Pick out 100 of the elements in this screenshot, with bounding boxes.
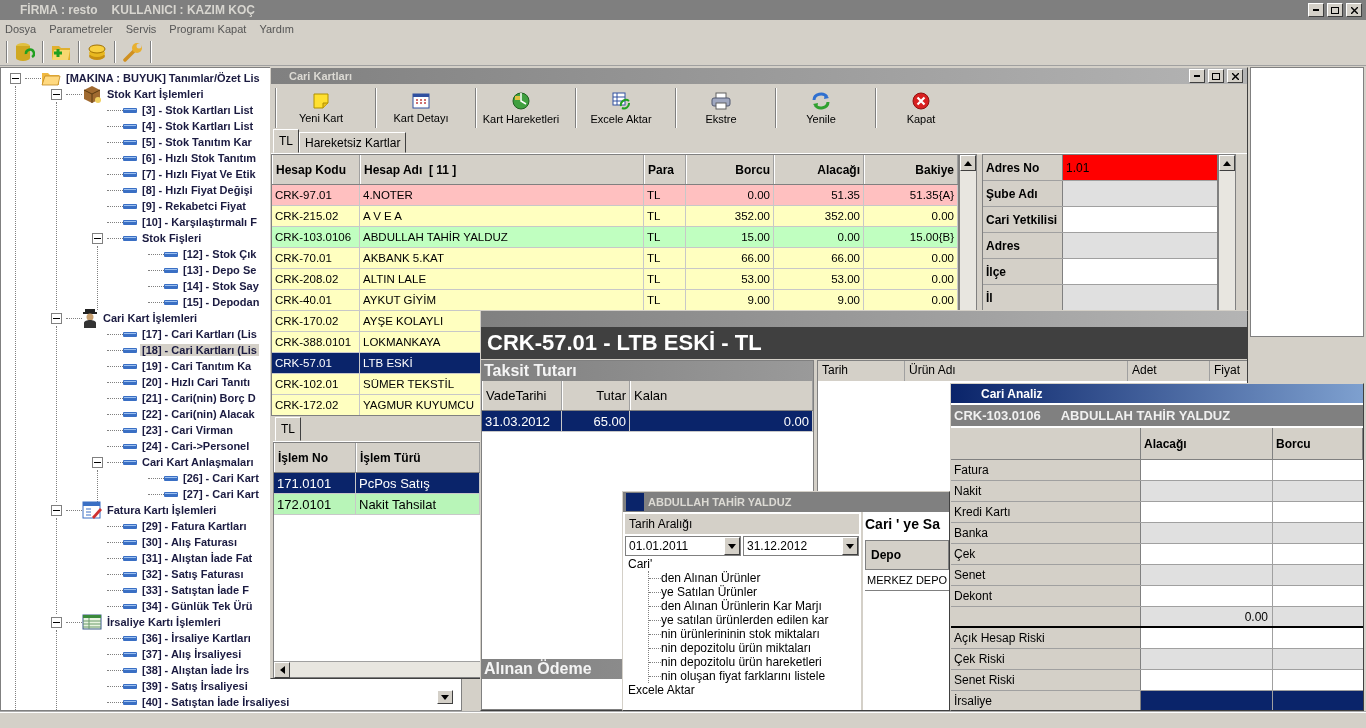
date-field[interactable]: 31.12.2012	[743, 536, 859, 556]
tree-item[interactable]: [20] - Hızlı Cari Tanıtı	[140, 376, 252, 388]
tab[interactable]: TL	[275, 417, 301, 441]
tree-item[interactable]: İrsaliye Kartı İşlemleri	[105, 616, 223, 628]
column-header[interactable]: Depo	[865, 540, 949, 570]
menu-item[interactable]: Servis	[125, 23, 157, 35]
maximize-button[interactable]	[1327, 3, 1343, 17]
table-row[interactable]: CRK-215.02 A V E A TL 352.00 352.00 0.00	[272, 206, 958, 227]
tree-item[interactable]: [21] - Cari(nin) Borç D	[140, 392, 258, 404]
tree-item[interactable]: [31] - Alıştan İade Fat	[140, 552, 255, 564]
tree-item[interactable]: den Alınan Ürünlerin Kar Marjı	[661, 599, 822, 613]
field-value[interactable]	[1063, 285, 1217, 310]
table-row[interactable]: CRK-97.01 4.NOTER TL 0.00 51.35 51.35{A}	[272, 185, 958, 206]
tree-item[interactable]: [7] - Hızlı Fiyat Ve Etik	[140, 168, 258, 180]
scrollbar[interactable]	[274, 661, 480, 677]
tree-item[interactable]: Stok Kart İşlemleri	[105, 88, 206, 100]
tree-item[interactable]: Fatura Kartı İşlemleri	[105, 504, 219, 516]
tree-item[interactable]: [3] - Stok Kartları List	[140, 104, 256, 116]
table-row[interactable]: CRK-208.02 ALTIN LALE TL 53.00 53.00 0.00	[272, 269, 958, 290]
column-header[interactable]: Alacağı	[1141, 428, 1273, 459]
scroll-up-button[interactable]	[960, 155, 976, 171]
close-button[interactable]	[1227, 69, 1243, 83]
column-header[interactable]: Fiyat	[1210, 361, 1247, 381]
column-header[interactable]: Kalan	[630, 381, 813, 410]
column-header[interactable]: Ürün Adı	[905, 361, 1128, 381]
column-header[interactable]: Adet	[1128, 361, 1210, 381]
tree-item[interactable]: nin ürünlerininin stok miktaları	[661, 627, 820, 641]
tree-item[interactable]: [37] - Alış İrsaliyesi	[140, 648, 244, 660]
tree-item[interactable]: [24] - Cari->Personel	[140, 440, 252, 452]
expand-toggle[interactable]	[91, 456, 103, 468]
scroll-left-button[interactable]	[274, 662, 290, 678]
expand-toggle[interactable]	[50, 312, 62, 324]
expand-toggle[interactable]	[50, 504, 62, 516]
minimize-button[interactable]	[1308, 3, 1324, 17]
toolbar-button[interactable]: Excele Aktar	[575, 88, 666, 128]
table-row[interactable]: CRK-103.0106 ABDULLAH TAHİR YALDUZ TL 15.00 0.00 15.00{B}	[272, 227, 958, 248]
tree-item[interactable]: [23] - Cari Virman	[140, 424, 235, 436]
column-header[interactable]: VadeTarihi	[482, 381, 562, 410]
table-row[interactable]: 31.03.2012 65.00 0.00	[482, 411, 813, 432]
tree-item[interactable]: [10] - Karşılaştırmalı F	[140, 216, 259, 228]
tree-item[interactable]: [22] - Cari(nin) Alacak	[140, 408, 257, 420]
table-row[interactable]: 172.0101 Nakit Tahsilat	[274, 494, 480, 515]
column-header[interactable]: Borcu	[1273, 428, 1363, 459]
menu-item[interactable]: Dosya	[5, 23, 37, 35]
tree-item[interactable]: Cari Kart İşlemleri	[101, 312, 200, 324]
toolbar-button[interactable]: Kart Hareketleri	[475, 88, 566, 128]
field-value[interactable]	[1063, 233, 1217, 258]
menu-item[interactable]: Parametreler	[49, 23, 113, 35]
tree-item[interactable]: [29] - Fatura Kartları	[140, 520, 249, 532]
column-header[interactable]: Hesap Adı [ 11 ]	[360, 155, 644, 184]
column-header[interactable]: Hesap Kodu	[272, 155, 360, 184]
tree-item[interactable]: [32] - Satış Faturası	[140, 568, 246, 580]
menu-item[interactable]: Yardım	[259, 23, 294, 35]
tree-item[interactable]: Cari'	[628, 557, 653, 571]
column-header[interactable]: Borcu	[686, 155, 774, 184]
tree-item[interactable]: den Alınan Ürünler	[661, 571, 761, 585]
tree-item[interactable]: nin depozitolu ürün miktaları	[661, 641, 812, 655]
tab[interactable]: Hareketsiz Kartlar	[299, 132, 407, 153]
menu-item[interactable]: Programı Kapat	[169, 23, 247, 35]
tree-item[interactable]: [40] - Satıştan İade İrsaliyesi	[140, 696, 292, 708]
tree-item[interactable]: [33] - Satıştan İade F	[140, 584, 251, 596]
tree-item[interactable]: [38] - Alıştan İade İrs	[140, 664, 252, 676]
column-header[interactable]: Tarih	[818, 361, 905, 381]
table-row[interactable]: 171.0101 PcPos Satış	[274, 473, 480, 494]
tab[interactable]: TL	[273, 129, 299, 153]
expand-toggle[interactable]	[50, 88, 62, 100]
dropdown-button[interactable]	[842, 537, 858, 555]
expand-toggle[interactable]	[50, 616, 62, 628]
tree-item[interactable]: [12] - Stok Çık	[181, 248, 259, 260]
date-field[interactable]: 01.01.2011	[625, 536, 741, 556]
column-header[interactable]: İşlem No	[274, 443, 356, 472]
tree-item[interactable]: nin depozitolu ürün hareketleri	[661, 655, 822, 669]
toolbar-button[interactable]: Yenile	[775, 88, 866, 128]
tree-item[interactable]: [18] - Cari Kartları (Lis	[140, 344, 259, 356]
tree-item[interactable]: [4] - Stok Kartları List	[140, 120, 256, 132]
table-row[interactable]: CRK-70.01 AKBANK 5.KAT TL 66.00 66.00 0.00	[272, 248, 958, 269]
column-header[interactable]: Tutar	[562, 381, 630, 410]
dropdown-button[interactable]	[724, 537, 740, 555]
scroll-up-button[interactable]	[1219, 155, 1235, 171]
tree-item[interactable]: [36] - İrsaliye Kartları	[140, 632, 253, 644]
tree-item[interactable]: Excele Aktar	[628, 683, 695, 697]
tree-item[interactable]: ye Satılan Ürünler	[661, 585, 758, 599]
field-value[interactable]: 1.01	[1063, 155, 1217, 180]
tree-item[interactable]: [MAKINA : BUYUK] Tanımlar/Özet Lis	[64, 72, 262, 84]
tree-item[interactable]: [5] - Stok Tanıtım Kar	[140, 136, 254, 148]
minimize-button[interactable]	[1189, 69, 1205, 83]
column-header[interactable]: İşlem Türü	[356, 443, 480, 472]
expand-toggle[interactable]	[91, 232, 103, 244]
maximize-button[interactable]	[1208, 69, 1224, 83]
toolbar-button[interactable]: Kart Detayı	[375, 88, 466, 128]
tree-item[interactable]: [14] - Stok Say	[181, 280, 261, 292]
close-button[interactable]	[1346, 3, 1362, 17]
tree-item[interactable]: [19] - Cari Tanıtım Ka	[140, 360, 254, 372]
table-row[interactable]: CRK-40.01 AYKUT GİYİM TL 9.00 9.00 0.00	[272, 290, 958, 311]
expand-toggle[interactable]	[9, 72, 21, 84]
tree-item[interactable]: [17] - Cari Kartları (Lis	[140, 328, 259, 340]
field-value[interactable]	[1063, 181, 1217, 206]
tree-item[interactable]: Cari Kart Anlaşmaları	[140, 456, 256, 468]
tree-item[interactable]: [30] - Alış Faturası	[140, 536, 239, 548]
tree-item[interactable]: [13] - Depo Se	[181, 264, 259, 276]
